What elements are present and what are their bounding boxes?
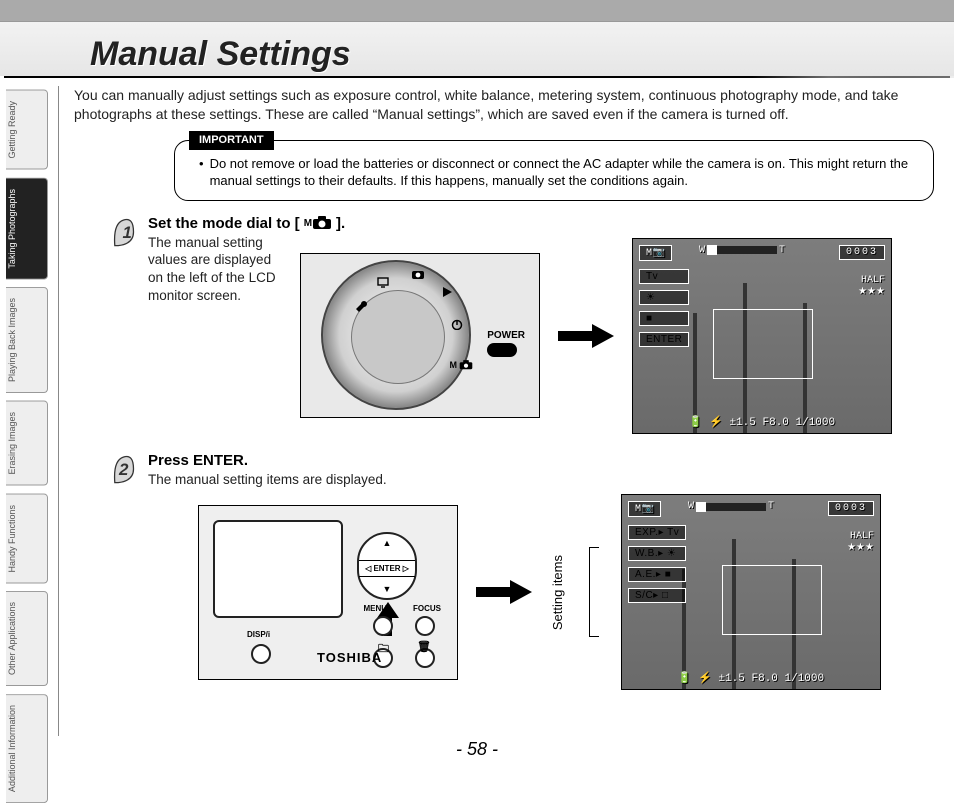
important-label: IMPORTANT xyxy=(189,131,274,150)
disp-button xyxy=(251,644,271,664)
section-tabs: Getting Ready Taking Photographs Playing… xyxy=(6,90,48,803)
menu-label: MENU xyxy=(363,604,387,613)
step-1-heading-pre: Set the mode dial to [ xyxy=(148,215,300,232)
tab-getting-ready[interactable]: Getting Ready xyxy=(6,90,48,170)
camera-back-figure: ▲ ◁ ENTER ▷ ▼ MENU FOCUS DISP/i 🗀 xyxy=(198,505,458,680)
osd-item-exp: EXP.▸ Tv xyxy=(628,525,686,540)
lcd-preview-figure-2: M📷 W T 0003 EXP.▸ Tv W.B.▸ ☀ A.E.▸ ■ xyxy=(621,494,881,690)
focus-button xyxy=(415,616,435,636)
camera-back-screen xyxy=(213,520,343,618)
tab-erasing-images[interactable]: Erasing Images xyxy=(6,401,48,486)
step-1-number-icon: 1 xyxy=(108,215,148,434)
trash-icon: 🗑 xyxy=(417,640,431,653)
intro-paragraph: You can manually adjust settings such as… xyxy=(74,86,938,124)
lcd-preview-figure-1: M📷 W T 0003 Tv ☀ ■ xyxy=(632,238,892,434)
step-1-desc: The manual setting values are displayed … xyxy=(148,234,288,304)
page-number: - 58 - xyxy=(0,739,954,760)
arrow-right-icon xyxy=(476,580,532,604)
osd-item-ae: A.E.▸ ■ xyxy=(628,567,686,582)
disp-label: DISP/i xyxy=(247,630,270,639)
osd-mode-badge: M📷 xyxy=(639,245,672,261)
step-1: 1 Set the mode dial to [ M ]. The manual… xyxy=(108,215,938,434)
osd-right-stack: HALF ★★★ xyxy=(858,275,885,298)
setting-items-bracket xyxy=(589,547,599,637)
step-1-heading-post: ]. xyxy=(336,215,345,232)
dial-timer-icon xyxy=(451,318,463,330)
osd-item-sun: ☀ xyxy=(639,290,689,305)
osd-af-frame xyxy=(713,309,813,379)
osd-right-stack: HALF ★★★ xyxy=(847,531,874,554)
osd-left-stack: Tv ☀ ■ ENTER xyxy=(639,269,689,350)
up-triangle-icon: ▲ xyxy=(359,538,415,548)
enter-button: ▲ ◁ ENTER ▷ ▼ xyxy=(357,532,417,600)
content-area: You can manually adjust settings such as… xyxy=(64,86,938,708)
setting-items-label: Setting items xyxy=(550,555,565,630)
osd-zoom-bar: W T xyxy=(699,245,785,256)
dial-pc-icon xyxy=(377,276,389,288)
step-2-heading: Press ENTER. xyxy=(148,452,938,469)
title-band: Manual Settings xyxy=(0,22,954,76)
left-rule xyxy=(58,86,59,736)
power-switch: POWER xyxy=(487,330,525,357)
osd-mode-badge: M📷 xyxy=(628,501,661,517)
enter-label: ◁ ENTER ▷ xyxy=(359,560,415,577)
dial-manual-mark: M xyxy=(450,360,474,370)
osd-item-wb: W.B.▸ ☀ xyxy=(628,546,686,561)
osd-item-tv: Tv xyxy=(639,269,689,284)
step-2: 2 Press ENTER. The manual setting items … xyxy=(108,452,938,691)
osd-item-sc: S/C▸ □ xyxy=(628,588,686,603)
page-title: Manual Settings xyxy=(90,35,351,76)
mode-dial-figure: M POWER xyxy=(300,253,540,418)
manual-camera-mode-icon: M xyxy=(304,216,332,230)
step-2-desc: The manual setting items are displayed. xyxy=(148,471,938,489)
tab-handy-functions[interactable]: Handy Functions xyxy=(6,494,48,584)
important-box: IMPORTANT • Do not remove or load the ba… xyxy=(174,140,934,201)
osd-counter: 0003 xyxy=(839,245,885,263)
bullet-icon: • xyxy=(199,155,204,190)
arrow-right-icon xyxy=(558,324,614,348)
focus-label: FOCUS xyxy=(413,604,441,613)
dial-setup-wrench-icon xyxy=(353,298,367,312)
step-2-number-icon: 2 xyxy=(108,452,148,691)
osd-af-frame xyxy=(722,565,822,635)
osd-item-enter: ENTER xyxy=(639,332,689,347)
menu-button xyxy=(373,616,393,636)
dial-auto-camera-icon xyxy=(411,268,425,280)
important-text: Do not remove or load the batteries or d… xyxy=(210,155,919,190)
tab-other-applications[interactable]: Other Applications xyxy=(6,591,48,686)
osd-bottom-bar: 🔋 ⚡ ±1.5 F8.0 1/1000 xyxy=(633,415,891,429)
osd-counter: 0003 xyxy=(828,501,874,519)
svg-text:2: 2 xyxy=(118,460,129,479)
osd-bottom-bar: 🔋 ⚡ ±1.5 F8.0 1/1000 xyxy=(622,671,880,685)
osd-item-meter: ■ xyxy=(639,311,689,326)
svg-text:1: 1 xyxy=(122,223,131,242)
dial-play-icon xyxy=(441,286,453,298)
tab-playing-back-images[interactable]: Playing Back Images xyxy=(6,287,48,393)
window-top-bar xyxy=(0,0,954,22)
step-1-heading: Set the mode dial to [ M ]. xyxy=(148,215,938,232)
brand-label: TOSHIBA xyxy=(317,650,382,665)
down-triangle-icon: ▼ xyxy=(359,584,415,594)
osd-left-setting-stack: EXP.▸ Tv W.B.▸ ☀ A.E.▸ ■ S/C▸ □ xyxy=(628,525,686,606)
osd-zoom-bar: W T xyxy=(688,501,774,512)
tab-taking-photographs[interactable]: Taking Photographs xyxy=(6,178,48,280)
